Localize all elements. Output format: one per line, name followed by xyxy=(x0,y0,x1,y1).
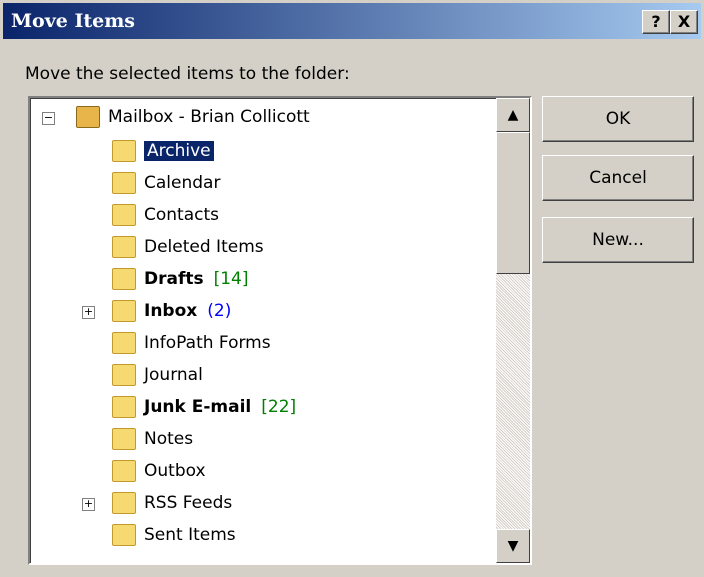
folder-item-notes[interactable]: Notes xyxy=(112,424,193,454)
unread-count: [22] xyxy=(261,397,297,417)
rss-feeds-folder-icon xyxy=(112,492,136,514)
folder-item-infopath-forms[interactable]: InfoPath Forms xyxy=(112,328,271,358)
tree-root[interactable]: Mailbox - Brian Collicott xyxy=(76,102,310,132)
expand-inbox-icon[interactable]: + xyxy=(82,306,95,319)
archive-folder-icon xyxy=(112,140,136,162)
move-items-dialog: Move Items ? X Move the selected items t… xyxy=(0,0,704,577)
calendar-folder-icon xyxy=(112,172,136,194)
folder-item-deleted-items[interactable]: Deleted Items xyxy=(112,232,264,262)
unread-count: [14] xyxy=(213,269,249,289)
help-button[interactable]: ? xyxy=(642,10,670,34)
sent-items-folder-icon xyxy=(112,524,136,546)
folder-label: Journal xyxy=(144,365,203,385)
scroll-down-button[interactable]: ▼ xyxy=(496,529,530,563)
title-bar: Move Items ? X xyxy=(3,3,701,39)
folder-prompt: Move the selected items to the folder: xyxy=(25,64,350,84)
junk-e-mail-folder-icon xyxy=(112,396,136,418)
folder-item-sent-items[interactable]: Sent Items xyxy=(112,520,236,550)
drafts-folder-icon xyxy=(112,268,136,290)
ok-button[interactable]: OK xyxy=(542,96,694,142)
folder-label: Inbox xyxy=(144,301,198,321)
folder-item-contacts[interactable]: Contacts xyxy=(112,200,219,230)
folder-label: Outbox xyxy=(144,461,206,481)
folder-label: Archive xyxy=(143,140,215,162)
unread-count: (2) xyxy=(207,301,232,321)
contacts-folder-icon xyxy=(112,204,136,226)
folder-label: RSS Feeds xyxy=(144,493,233,513)
folder-item-inbox[interactable]: Inbox (2) xyxy=(112,296,231,326)
outbox-folder-icon xyxy=(112,460,136,482)
new-folder-button[interactable]: New... xyxy=(542,217,694,263)
folder-label: Notes xyxy=(144,429,194,449)
journal-folder-icon xyxy=(112,364,136,386)
expand-rss-feeds-icon[interactable]: + xyxy=(82,498,95,511)
folder-label: Calendar xyxy=(144,173,221,193)
close-button[interactable]: X xyxy=(670,10,698,34)
collapse-root-icon[interactable]: − xyxy=(42,112,55,125)
vertical-scrollbar[interactable]: ▲ ▼ xyxy=(496,98,530,563)
folder-label: InfoPath Forms xyxy=(144,333,271,353)
folder-item-outbox[interactable]: Outbox xyxy=(112,456,206,486)
folder-label: Drafts xyxy=(144,269,204,289)
folder-item-calendar[interactable]: Calendar xyxy=(112,168,220,198)
tree-root-label: Mailbox - Brian Collicott xyxy=(108,107,310,127)
folder-label: Deleted Items xyxy=(144,237,264,257)
folder-item-archive[interactable]: Archive xyxy=(112,136,215,166)
folder-label: Sent Items xyxy=(144,525,236,545)
notes-folder-icon xyxy=(112,428,136,450)
cancel-button[interactable]: Cancel xyxy=(542,155,694,201)
scroll-up-button[interactable]: ▲ xyxy=(496,98,530,132)
mailbox-icon xyxy=(76,106,100,128)
inbox-folder-icon xyxy=(112,300,136,322)
folder-item-journal[interactable]: Journal xyxy=(112,360,203,390)
deleted-items-folder-icon xyxy=(112,236,136,258)
folder-item-rss-feeds[interactable]: RSS Feeds xyxy=(112,488,232,518)
folder-tree[interactable]: − Mailbox - Brian Collicott Archive Calen… xyxy=(28,96,532,565)
infopath-forms-folder-icon xyxy=(112,332,136,354)
folder-label: Contacts xyxy=(144,205,219,225)
folder-label: Junk E-mail xyxy=(144,397,252,417)
folder-item-drafts[interactable]: Drafts [14] xyxy=(112,264,249,294)
scroll-thumb[interactable] xyxy=(496,132,530,274)
folder-item-junk-e-mail[interactable]: Junk E-mail [22] xyxy=(112,392,296,422)
dialog-title: Move Items xyxy=(11,10,136,32)
